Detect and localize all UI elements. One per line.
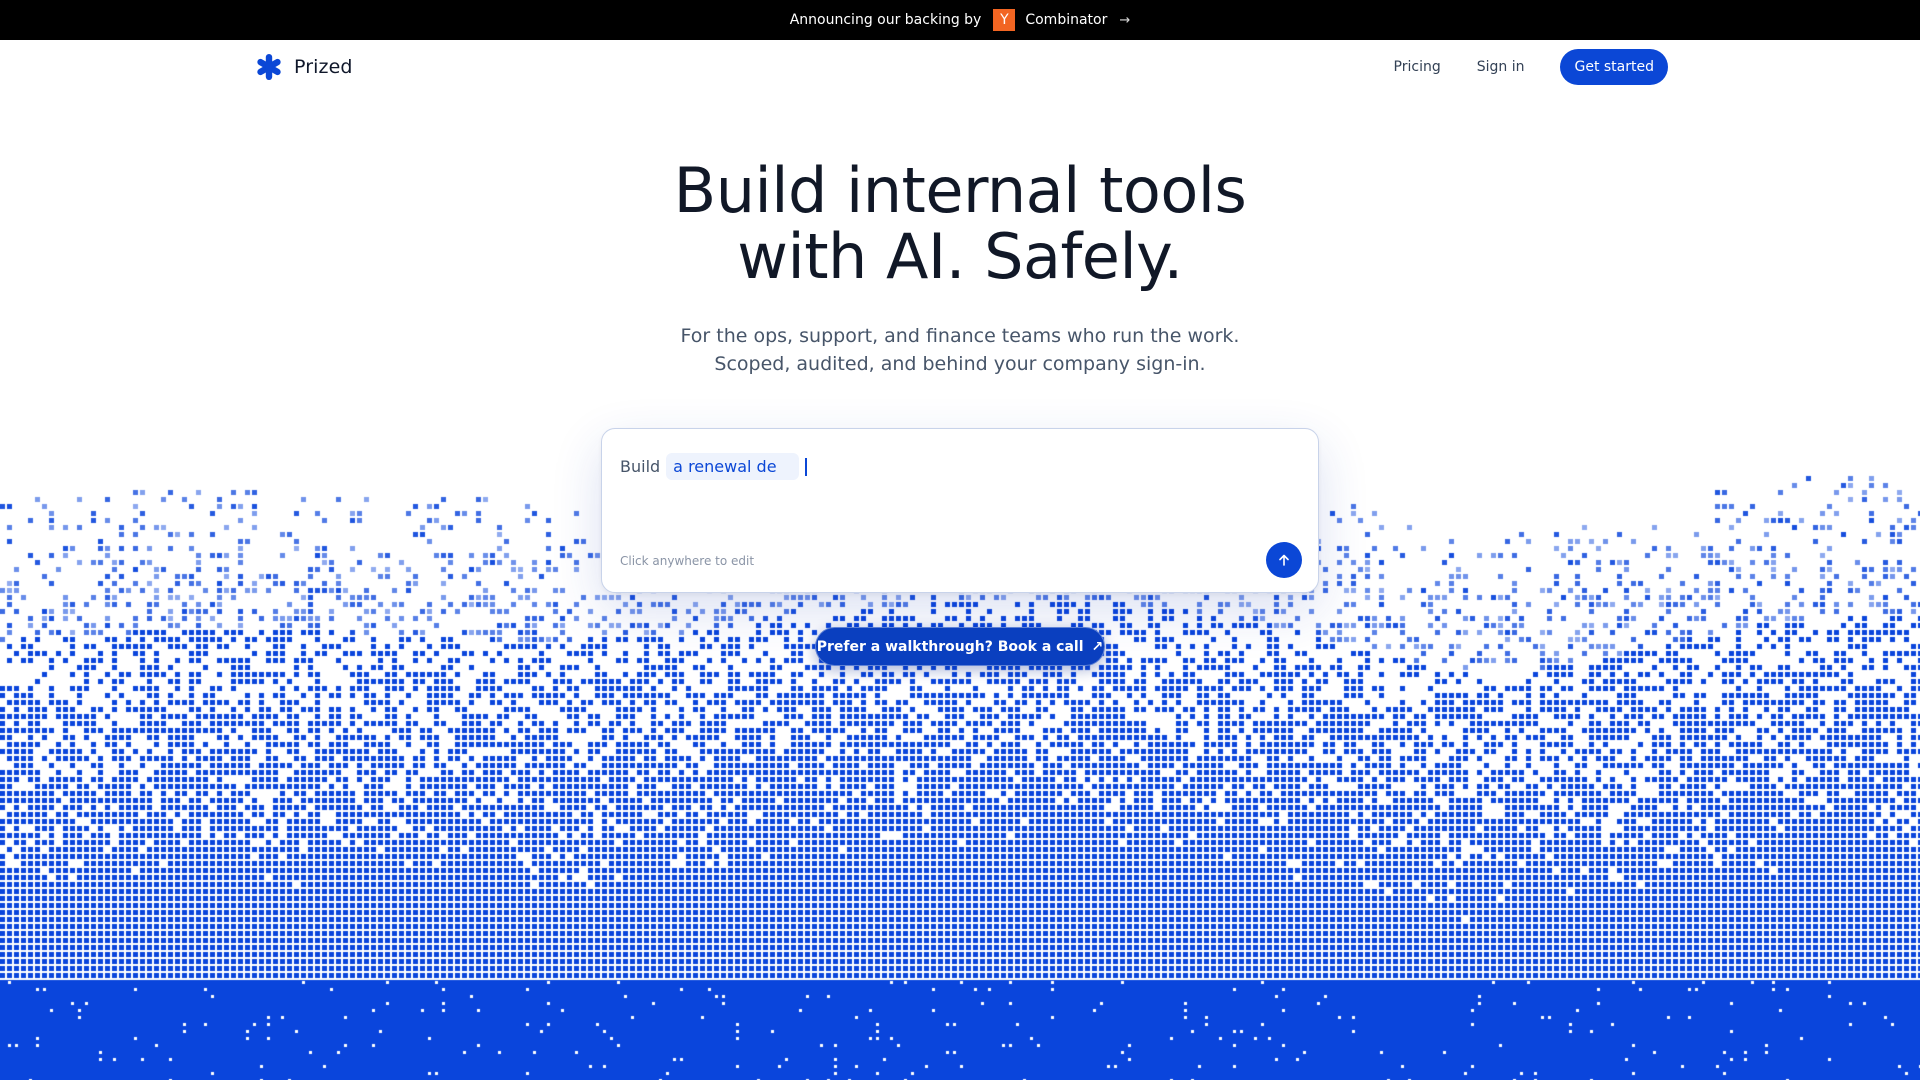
edit-hint: Click anywhere to edit — [620, 554, 755, 568]
announcement-prefix: Announcing our backing by — [789, 12, 982, 28]
nav-links: Pricing Sign in Get started — [1394, 49, 1668, 85]
prompt-text-line[interactable]: Build a renewal de — [620, 453, 807, 480]
prompt-input-card[interactable]: Build a renewal de Click anywhere to edi… — [601, 428, 1319, 593]
text-caret — [804, 457, 807, 476]
announcement-suffix: Combinator — [1025, 12, 1108, 28]
hero-title-line-2: with AI. Safely. — [737, 220, 1183, 293]
asterisk-logo-icon — [257, 54, 281, 80]
arrow-right-icon: → — [1119, 12, 1131, 28]
landing-page: Announcing our backing by Y Combinator →… — [0, 0, 1920, 1080]
nav-link-sign-in[interactable]: Sign in — [1477, 59, 1525, 75]
prompt-chip[interactable]: a renewal de — [666, 453, 799, 480]
top-nav: Prized Pricing Sign in Get started — [254, 40, 1668, 94]
book-call-label: Prefer a walkthrough? Book a call — [816, 638, 1084, 655]
hero-title-line-1: Build internal tools — [673, 154, 1247, 227]
send-button[interactable] — [1266, 542, 1302, 578]
prompt-prefix: Build — [620, 457, 661, 476]
hero-subtitle: For the ops, support, and finance teams … — [680, 325, 1240, 375]
book-call-button[interactable]: Prefer a walkthrough? Book a call ↗ — [815, 627, 1105, 666]
arrow-up-icon — [1279, 554, 1289, 566]
brand-name: Prized — [294, 56, 353, 78]
yc-logo-icon: Y — [993, 9, 1016, 31]
announcement-bar[interactable]: Announcing our backing by Y Combinator → — [0, 0, 1920, 40]
arrow-up-right-icon: ↗ — [1091, 638, 1104, 655]
nav-link-pricing[interactable]: Pricing — [1394, 59, 1441, 75]
get-started-button[interactable]: Get started — [1560, 49, 1668, 85]
brand-logo-link[interactable]: Prized — [254, 52, 353, 82]
hero-title: Build internal tools with AI. Safely. — [0, 158, 1920, 290]
